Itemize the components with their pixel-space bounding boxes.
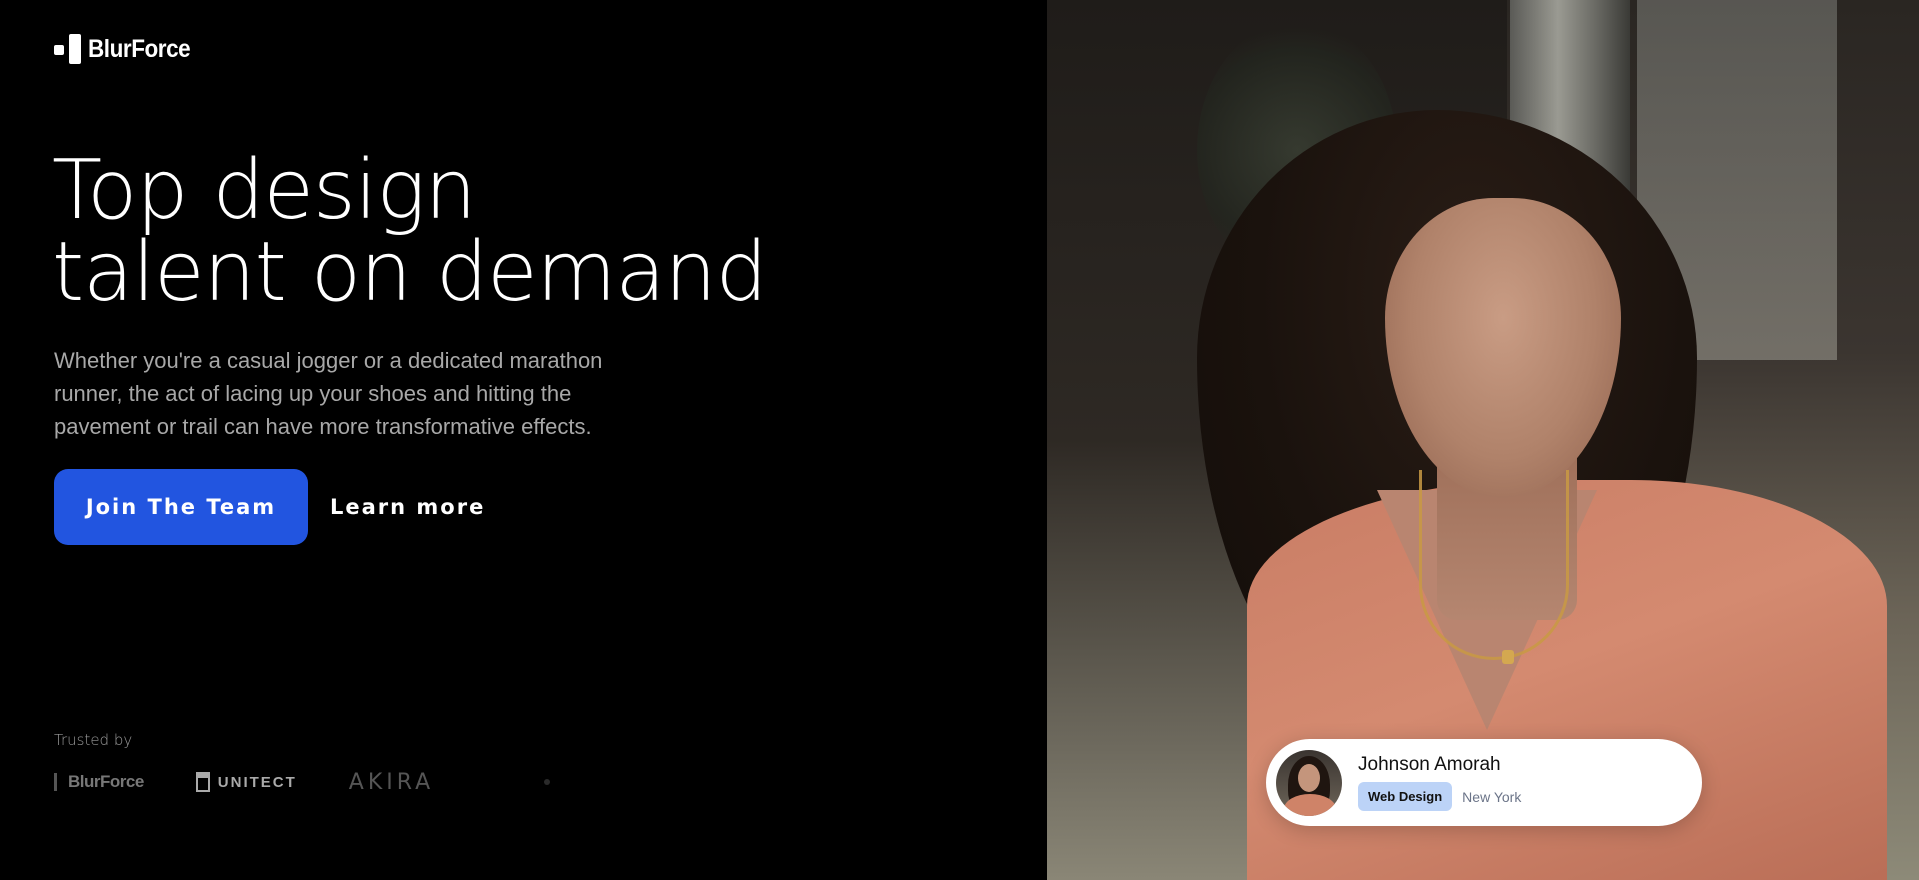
photo-pendant	[1502, 650, 1514, 664]
trusted-logos: BlurForce UNITECT AKIRA	[54, 768, 551, 796]
unitect-logo-text: UNITECT	[217, 773, 297, 791]
akira-logo-text: AKIRA	[348, 769, 435, 795]
hero-subtext: Whether you're a casual jogger or a dedi…	[54, 348, 603, 439]
trusted-by-label: Trusted by	[54, 731, 133, 749]
faded-logo-icon	[544, 779, 551, 785]
blurforce-logo-text: BlurForce	[68, 772, 144, 791]
photo-necklace	[1419, 470, 1569, 660]
profile-tags: Web Design New York	[1358, 782, 1521, 811]
profile-card[interactable]: Johnson Amorah Web Design New York	[1266, 739, 1702, 826]
unitect-logo: UNITECT	[195, 772, 297, 792]
hero-left-panel: BlurForce Top design talent on demand Wh…	[0, 0, 1047, 880]
skill-tag: Web Design	[1358, 782, 1453, 811]
profile-name: Johnson Amorah	[1358, 754, 1501, 775]
avatar	[1276, 749, 1342, 816]
brand-name: BlurForce	[88, 34, 191, 63]
akira-logo: AKIRA	[349, 770, 434, 795]
unitect-mark-icon	[195, 772, 210, 792]
blurforce-mark-icon	[54, 773, 62, 791]
logo-mark-icon	[54, 34, 82, 64]
hero-headline: Top design talent on demand	[52, 143, 768, 320]
brand-logo[interactable]: BlurForce	[54, 33, 202, 65]
join-team-button[interactable]: Join The Team	[54, 469, 308, 545]
profile-info: Johnson Amorah Web Design New York	[1358, 754, 1521, 811]
learn-more-link[interactable]: Learn more	[330, 489, 485, 525]
headline-line-2: talent on demand	[52, 225, 768, 320]
headline-line-1: Top design	[52, 143, 477, 238]
location-text: New York	[1462, 788, 1522, 805]
blurforce-logo: BlurForce	[54, 772, 144, 792]
